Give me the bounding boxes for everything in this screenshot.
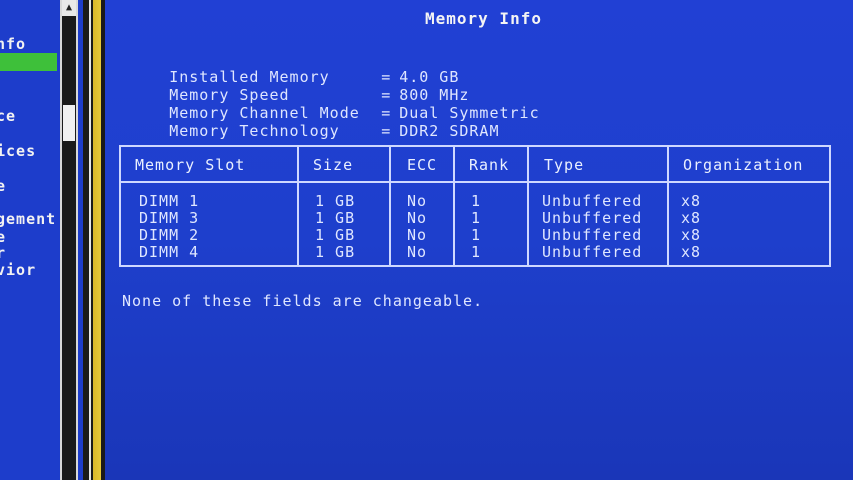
ecc-cell: No xyxy=(407,243,428,261)
column-header-organization: Organization xyxy=(683,156,804,174)
size-cell: 1 GB xyxy=(315,209,356,227)
menu-item-devices[interactable]: ices xyxy=(0,142,36,160)
column-header-rank: Rank xyxy=(469,156,510,174)
slot-cell: DIMM 1 xyxy=(139,192,200,210)
menu-item-system-info[interactable]: nfo xyxy=(0,35,26,53)
selected-menu-highlight[interactable] xyxy=(0,53,57,71)
type-cell: Unbuffered xyxy=(542,226,643,244)
column-divider xyxy=(389,147,391,265)
organization-cell: x8 xyxy=(681,192,702,210)
type-cell: Unbuffered xyxy=(542,243,643,261)
type-cell: Unbuffered xyxy=(542,209,643,227)
equals-sign: = xyxy=(381,122,392,140)
memory-technology-value: DDR2 SDRAM xyxy=(399,122,500,140)
size-cell: 1 GB xyxy=(315,192,356,210)
type-cell: Unbuffered xyxy=(542,192,643,210)
menu-scrollbar[interactable]: ▲ xyxy=(60,0,78,480)
page-title: Memory Info xyxy=(425,9,542,28)
memory-technology-label: Memory Technology xyxy=(169,122,340,140)
menu-item-e[interactable]: e xyxy=(0,177,6,195)
ecc-cell: No xyxy=(407,192,428,210)
column-header-type: Type xyxy=(544,156,585,174)
ecc-cell: No xyxy=(407,209,428,227)
memory-info-panel: Memory Info Installed Memory = 4.0 GB Memo… xyxy=(105,0,853,480)
column-header-memory-slot: Memory Slot xyxy=(135,156,246,174)
scroll-up-arrow-icon[interactable]: ▲ xyxy=(62,0,76,16)
menu-item-behavior[interactable]: vior xyxy=(0,261,36,279)
menu-item-management[interactable]: gement xyxy=(0,210,56,228)
column-divider xyxy=(297,147,299,265)
pane-divider xyxy=(83,0,105,480)
column-header-size: Size xyxy=(313,156,354,174)
memory-slot-table: Memory Slot Size ECC Rank Type Organizat… xyxy=(119,145,831,267)
organization-cell: x8 xyxy=(681,209,702,227)
table-header-divider xyxy=(121,181,829,183)
setup-menu-pane: nfo ce ices e gement e r vior xyxy=(0,0,60,480)
slot-cell: DIMM 4 xyxy=(139,243,200,261)
column-divider xyxy=(667,147,669,265)
ecc-cell: No xyxy=(407,226,428,244)
menu-item-r[interactable]: r xyxy=(0,244,6,262)
scroll-thumb[interactable] xyxy=(63,105,75,141)
slot-cell: DIMM 3 xyxy=(139,209,200,227)
column-header-ecc: ECC xyxy=(407,156,438,174)
column-divider xyxy=(453,147,455,265)
rank-cell: 1 xyxy=(471,209,482,227)
organization-cell: x8 xyxy=(681,243,702,261)
menu-item-ce[interactable]: ce xyxy=(0,107,16,125)
size-cell: 1 GB xyxy=(315,243,356,261)
rank-cell: 1 xyxy=(471,243,482,261)
slot-cell: DIMM 2 xyxy=(139,226,200,244)
bios-screen: nfo ce ices e gement e r vior ▲ Memory I… xyxy=(0,0,853,480)
rank-cell: 1 xyxy=(471,192,482,210)
organization-cell: x8 xyxy=(681,226,702,244)
help-note: None of these fields are changeable. xyxy=(122,292,484,310)
size-cell: 1 GB xyxy=(315,226,356,244)
rank-cell: 1 xyxy=(471,226,482,244)
column-divider xyxy=(527,147,529,265)
